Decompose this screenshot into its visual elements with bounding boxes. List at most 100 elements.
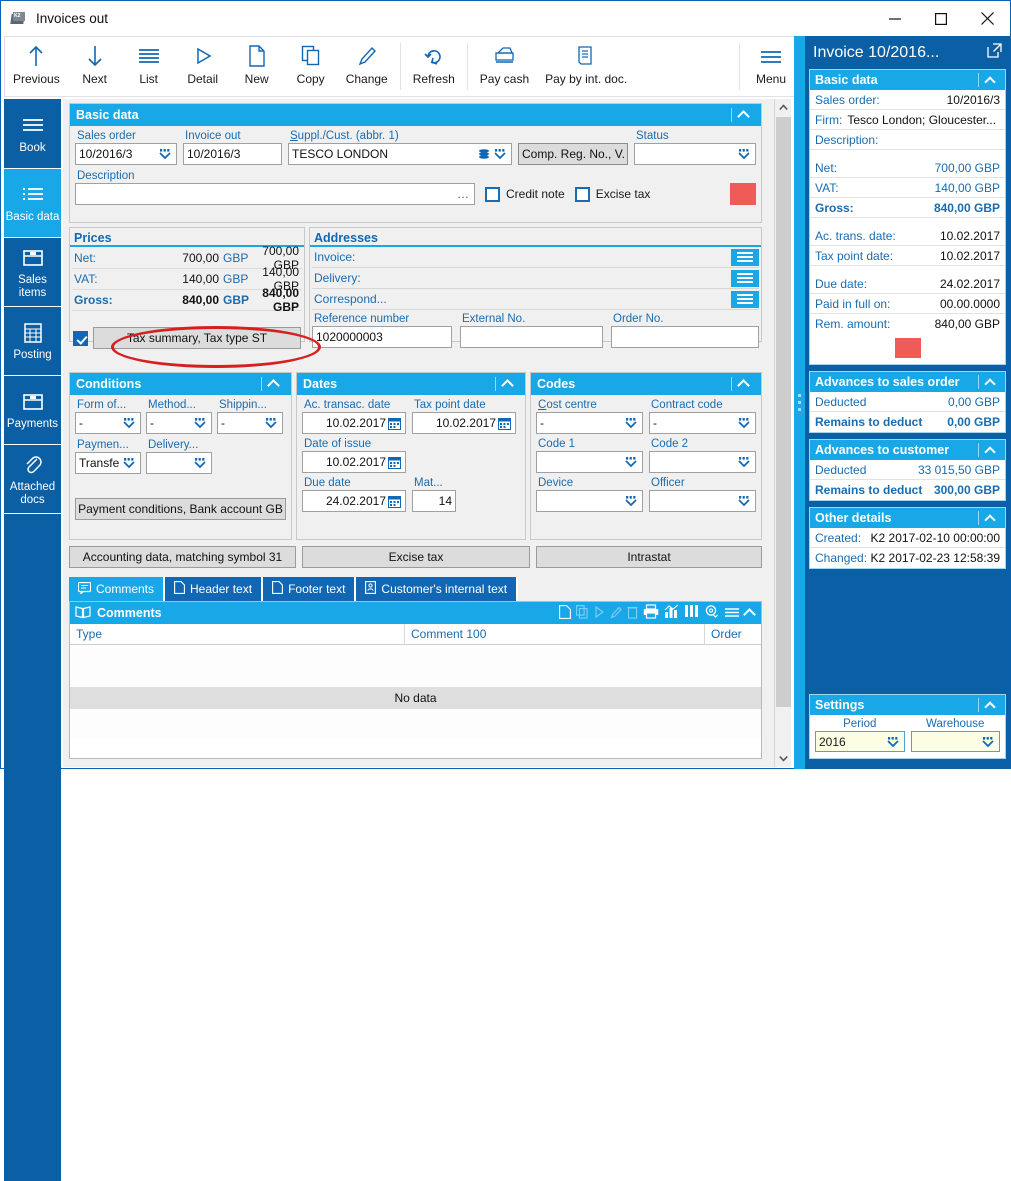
chevron-down-icon[interactable] [157, 146, 173, 162]
sidebar-item-book[interactable]: Book [4, 99, 61, 168]
panel-splitter[interactable] [794, 36, 805, 769]
excise-tax-button[interactable]: Excise tax [302, 546, 530, 568]
chevron-down-icon[interactable] [885, 734, 901, 750]
intrastat-button[interactable]: Intrastat [536, 546, 762, 568]
sales-order-input[interactable]: 10/2016/3 [75, 143, 177, 165]
print-icon[interactable] [643, 604, 659, 622]
pay-by-int-doc-button[interactable]: Pay by int. doc. [537, 37, 635, 96]
address-row-correspondence[interactable]: Correspond... [312, 289, 759, 310]
accounting-data-button[interactable]: Accounting data, matching symbol 31 [69, 546, 296, 568]
columns-icon[interactable] [684, 604, 699, 622]
payment-conditions-button[interactable]: Payment conditions, Bank account GB [75, 498, 286, 520]
period-input[interactable]: 2016 [815, 731, 905, 752]
change-button[interactable]: Change [338, 37, 396, 96]
device-input[interactable] [536, 490, 643, 512]
sidebar-item-posting[interactable]: Posting [4, 306, 61, 375]
chevron-down-icon[interactable] [121, 415, 137, 431]
form-of-input[interactable]: - [75, 412, 141, 434]
scroll-up-icon[interactable] [775, 99, 791, 116]
invoice-out-input[interactable]: 10/2016/3 [183, 143, 282, 165]
chevron-down-icon[interactable] [492, 146, 508, 162]
date-of-issue-input[interactable]: 10.02.2017 [302, 451, 406, 473]
code2-input[interactable] [649, 451, 756, 473]
chevron-down-icon[interactable] [736, 493, 752, 509]
code1-input[interactable] [536, 451, 643, 473]
collapse-icon[interactable] [978, 73, 1000, 87]
new-button[interactable]: New [230, 37, 284, 96]
chevron-down-icon[interactable] [736, 415, 752, 431]
column-header-comment[interactable]: Comment 100 [405, 624, 705, 645]
address-row-invoice[interactable]: Invoice: [312, 247, 759, 268]
excise-tax-checkbox[interactable]: Excise tax [575, 187, 651, 202]
column-header-type[interactable]: Type [70, 624, 405, 645]
collapse-icon[interactable] [978, 375, 1000, 389]
contract-code-input[interactable]: - [649, 412, 756, 434]
cost-centre-input[interactable]: - [536, 412, 643, 434]
chevron-down-icon[interactable] [263, 415, 279, 431]
comp-reg-button[interactable]: Comp. Reg. No., V... [518, 143, 628, 165]
credit-note-checkbox[interactable]: Credit note [485, 187, 565, 202]
refresh-button[interactable]: Refresh [405, 37, 463, 96]
collapse-icon[interactable] [745, 606, 756, 620]
address-row-delivery[interactable]: Delivery: [312, 268, 759, 289]
sidebar-item-basic-data[interactable]: Basic data [4, 168, 61, 237]
minimize-icon[interactable] [872, 1, 918, 36]
chevron-down-icon[interactable] [623, 493, 639, 509]
collapse-icon[interactable] [978, 443, 1000, 457]
address-list-icon[interactable] [731, 270, 759, 287]
next-button[interactable]: Next [68, 37, 122, 96]
collapse-icon[interactable] [978, 511, 1000, 525]
previous-button[interactable]: Previous [5, 37, 68, 96]
chevron-down-icon[interactable] [736, 454, 752, 470]
content-scrollbar[interactable] [774, 99, 791, 767]
copy-button[interactable]: Copy [284, 37, 338, 96]
chevron-down-icon[interactable] [980, 734, 996, 750]
external-link-icon[interactable] [987, 43, 1002, 63]
chevron-down-icon[interactable] [623, 454, 639, 470]
external-no-input[interactable] [460, 326, 603, 348]
order-no-input[interactable] [611, 326, 759, 348]
scrollbar-thumb[interactable] [776, 117, 791, 707]
tab-customers-internal-text[interactable]: Customer's internal text [356, 577, 518, 601]
column-header-order[interactable]: Order [705, 624, 761, 645]
description-input[interactable]: … [75, 183, 475, 205]
close-icon[interactable] [964, 1, 1010, 36]
collapse-icon[interactable] [261, 377, 285, 391]
method-input[interactable]: - [146, 412, 212, 434]
excise-tax-box[interactable] [575, 187, 590, 202]
menu-button[interactable]: Menu [744, 37, 798, 96]
list-button[interactable]: List [122, 37, 176, 96]
address-list-icon[interactable] [731, 249, 759, 266]
status-input[interactable] [634, 143, 756, 165]
tab-footer-text[interactable]: Footer text [263, 577, 356, 601]
tax-point-date-input[interactable]: 10.02.2017 [412, 412, 516, 434]
supplier-input[interactable]: TESCO LONDON [288, 143, 512, 165]
ac-transac-date-input[interactable]: 10.02.2017 [302, 412, 406, 434]
reference-number-input[interactable]: 1020000003 [312, 326, 452, 348]
collapse-icon[interactable] [495, 377, 519, 391]
tax-summary-checkbox[interactable] [73, 331, 88, 346]
collapse-icon[interactable] [978, 698, 1000, 712]
chevron-down-icon[interactable] [623, 415, 639, 431]
delivery-input[interactable] [146, 452, 212, 474]
chevron-down-icon[interactable] [192, 455, 208, 471]
maturity-input[interactable]: 14 [412, 490, 456, 512]
payment-input[interactable]: Transfe [75, 452, 141, 474]
collapse-icon[interactable] [731, 377, 755, 391]
settings-icon[interactable] [704, 604, 719, 622]
tax-summary-button[interactable]: Tax summary, Tax type ST [93, 327, 301, 349]
address-list-icon[interactable] [731, 291, 759, 308]
chart-icon[interactable] [664, 604, 679, 622]
sidebar-item-sales-items[interactable]: Sales items [4, 237, 61, 306]
calendar-icon[interactable] [386, 415, 402, 431]
calendar-icon[interactable] [386, 493, 402, 509]
tab-header-text[interactable]: Header text [165, 577, 263, 601]
calendar-icon[interactable] [386, 454, 402, 470]
detail-button[interactable]: Detail [176, 37, 230, 96]
pay-cash-button[interactable]: Pay cash [472, 37, 537, 96]
shipping-input[interactable]: - [217, 412, 283, 434]
sidebar-item-payments[interactable]: Payments [4, 375, 61, 444]
chevron-down-icon[interactable] [121, 455, 137, 471]
credit-note-box[interactable] [485, 187, 500, 202]
scroll-down-icon[interactable] [775, 750, 792, 767]
